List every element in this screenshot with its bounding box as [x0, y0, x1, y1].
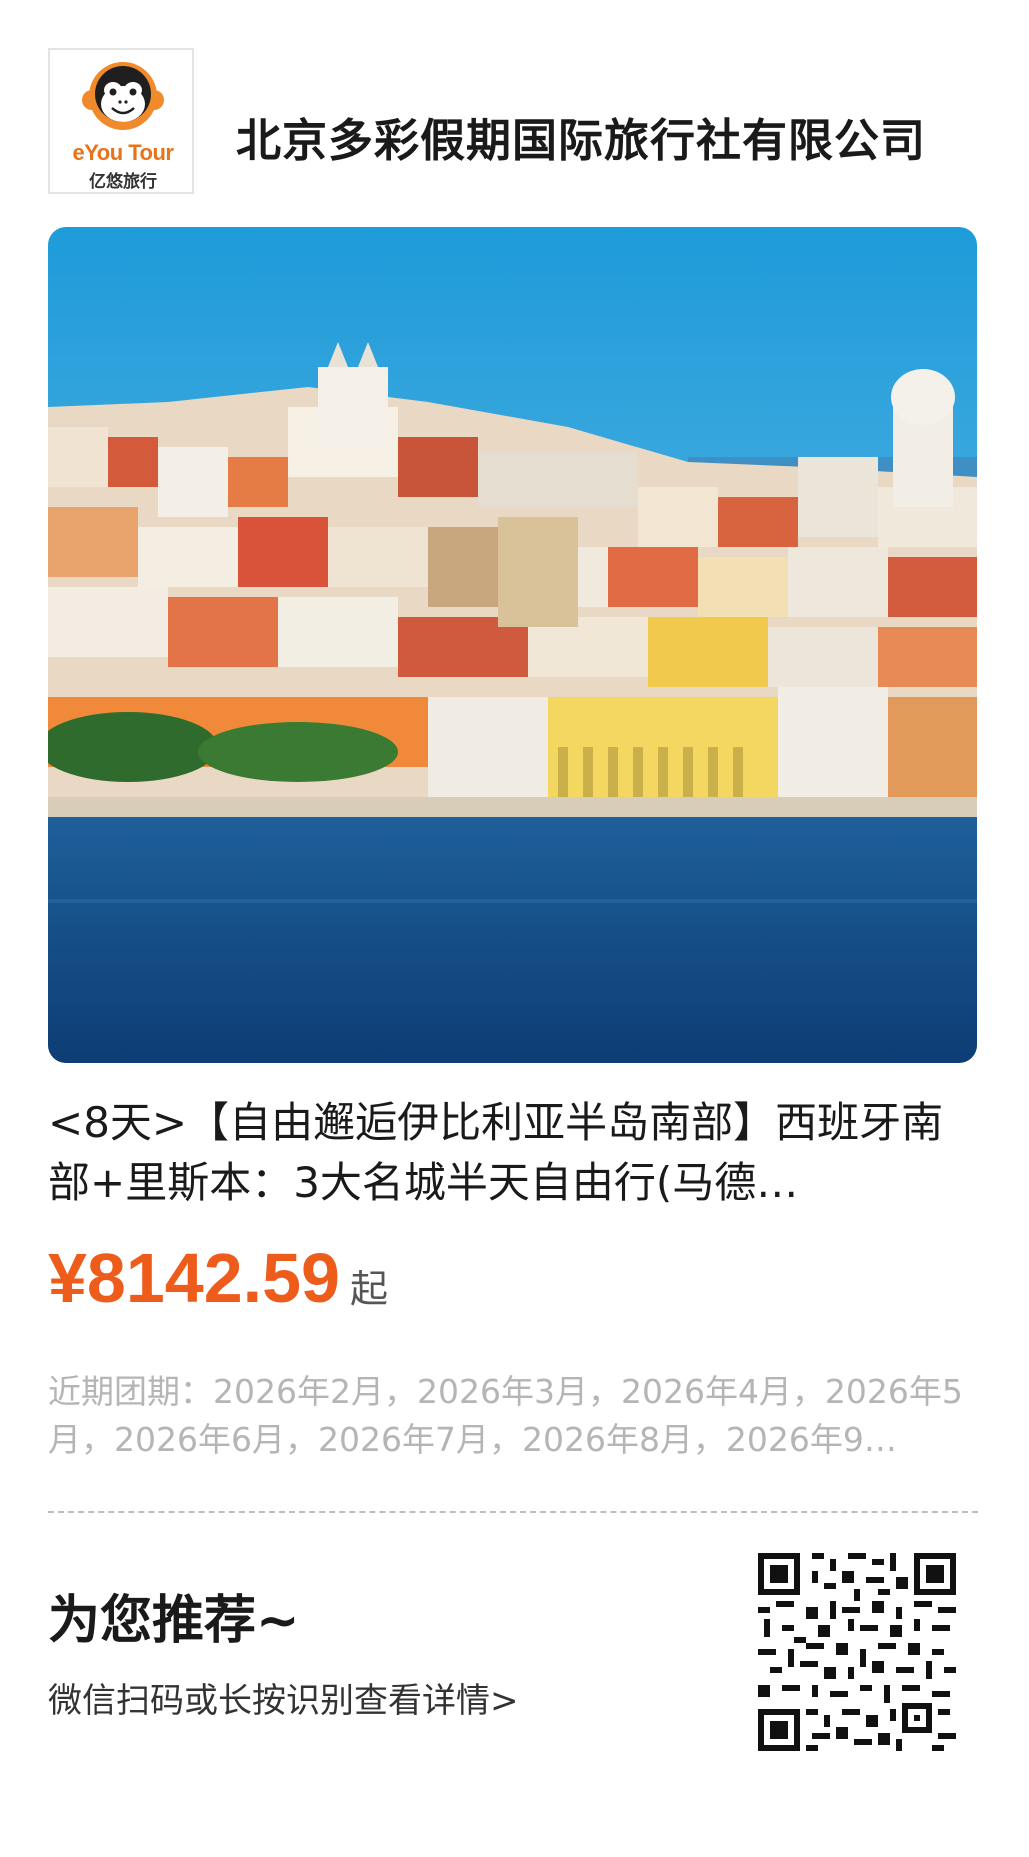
- logo-text-en: eYou Tour: [72, 140, 174, 165]
- departure-dates: 近期团期：2026年2月，2026年3月，2026年4月，2026年5月，202…: [48, 1372, 963, 1459]
- brand-logo: eYou Tour 亿悠旅行: [48, 48, 194, 194]
- price: ¥8142.59: [48, 1239, 340, 1317]
- lisbon-city-photo: [48, 227, 977, 1063]
- hero-image[interactable]: [48, 227, 977, 1063]
- product-title[interactable]: <8天>【自由邂逅伊比利亚半岛南部】西班牙南部+里斯本：3大名城半天自由行(马德…: [48, 1093, 983, 1213]
- qr-code-icon[interactable]: [758, 1553, 956, 1751]
- recommend-title: 为您推荐~: [48, 1591, 300, 1651]
- logo-text-cn: 亿悠旅行: [89, 172, 157, 192]
- recommend-subtitle[interactable]: 微信扫码或长按识别查看详情>: [48, 1673, 519, 1722]
- dashed-divider: [48, 1511, 978, 1513]
- header: eYou Tour 亿悠旅行 北京多彩假期国际旅行社有限公司: [48, 48, 978, 196]
- price-suffix: 起: [349, 1267, 388, 1311]
- company-name: 北京多彩假期国际旅行社有限公司: [236, 114, 927, 167]
- price-row: ¥8142.59 起: [48, 1238, 388, 1318]
